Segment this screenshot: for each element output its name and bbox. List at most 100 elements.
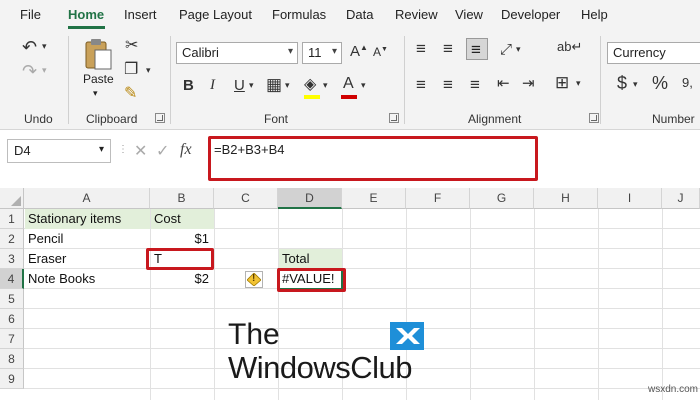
- undo-group-label: Undo: [24, 112, 53, 126]
- font-color-icon[interactable]: A: [343, 76, 354, 92]
- align-right-icon[interactable]: ≡: [470, 76, 480, 93]
- row-header-7[interactable]: 7: [0, 329, 24, 349]
- orientation-icon[interactable]: ⤢: [500, 42, 512, 57]
- row-header-6[interactable]: 6: [0, 309, 24, 329]
- font-color-swatch: [341, 95, 357, 99]
- tab-data[interactable]: Data: [346, 7, 373, 22]
- tab-developer[interactable]: Developer: [501, 7, 560, 22]
- decrease-indent-icon[interactable]: ⇤: [497, 76, 510, 91]
- cell-d3[interactable]: Total: [279, 249, 342, 269]
- increase-indent-icon[interactable]: ⇥: [522, 76, 535, 91]
- column-header-c[interactable]: C: [214, 188, 278, 209]
- font-name-value: Calibri: [182, 45, 219, 60]
- chevron-down-icon: ▾: [287, 46, 293, 57]
- grow-font-icon[interactable]: A▲: [350, 44, 368, 60]
- paste-dropdown-icon: ▾: [93, 88, 98, 98]
- row-header-4[interactable]: 4: [0, 269, 24, 289]
- cell-a1[interactable]: Stationary items: [25, 209, 150, 229]
- number-format-value: Currency: [613, 45, 666, 60]
- cell-a2[interactable]: Pencil: [25, 229, 150, 249]
- underline-dropdown-icon[interactable]: ▾: [249, 81, 254, 90]
- cut-icon[interactable]: ✂: [125, 38, 138, 54]
- select-all-corner[interactable]: [0, 188, 24, 209]
- error-check-button[interactable]: !: [245, 271, 263, 288]
- percent-button[interactable]: %: [652, 74, 668, 92]
- fill-color-dropdown-icon[interactable]: ▾: [323, 81, 328, 90]
- insert-function-icon[interactable]: fx: [180, 141, 192, 159]
- bold-button[interactable]: B: [183, 78, 194, 93]
- column-header-b[interactable]: B: [150, 188, 214, 209]
- merge-dropdown-icon[interactable]: ▾: [576, 79, 581, 88]
- redo-icon[interactable]: ↷: [22, 62, 37, 80]
- font-size-select[interactable]: 11 ▾: [302, 42, 342, 64]
- row-header-9[interactable]: 9: [0, 369, 24, 389]
- align-bottom-icon: ≡: [471, 40, 481, 59]
- formula-buttons: ✕ ✓ fx: [130, 139, 202, 163]
- gridline: [470, 209, 471, 400]
- fill-color-icon[interactable]: ◈: [304, 77, 316, 93]
- underline-button[interactable]: U: [234, 78, 245, 93]
- alignment-launcher-icon[interactable]: [589, 113, 599, 123]
- row-header-5[interactable]: 5: [0, 289, 24, 309]
- cell-a4[interactable]: Note Books: [25, 269, 150, 289]
- tab-help[interactable]: Help: [581, 7, 608, 22]
- column-header-d[interactable]: D: [278, 188, 342, 209]
- number-format-select[interactable]: Currency: [607, 42, 700, 64]
- cell-b2[interactable]: $1: [151, 229, 212, 249]
- tab-formulas[interactable]: Formulas: [272, 7, 326, 22]
- tab-page-layout[interactable]: Page Layout: [179, 7, 252, 22]
- row-header-1[interactable]: 1: [0, 209, 24, 229]
- copy-dropdown-icon[interactable]: ▾: [146, 66, 151, 75]
- column-header-h[interactable]: H: [534, 188, 598, 209]
- column-header-a[interactable]: A: [24, 188, 150, 209]
- tab-file[interactable]: File: [20, 7, 41, 22]
- font-name-select[interactable]: Calibri ▾: [176, 42, 298, 64]
- tab-insert[interactable]: Insert: [124, 7, 157, 22]
- wrap-text-icon[interactable]: ab↵: [557, 40, 582, 53]
- currency-dropdown-icon[interactable]: ▾: [633, 80, 638, 89]
- tab-review[interactable]: Review: [395, 7, 438, 22]
- redo-dropdown-icon[interactable]: ▾: [42, 66, 47, 75]
- cell-b1[interactable]: Cost: [151, 209, 214, 229]
- paste-button[interactable]: Paste ▾: [80, 36, 116, 98]
- borders-icon[interactable]: ▦: [266, 76, 282, 93]
- more-icon: ⋮: [118, 144, 128, 155]
- cell-a3[interactable]: Eraser: [25, 249, 150, 269]
- align-top-icon[interactable]: ≡: [416, 40, 426, 57]
- format-painter-icon[interactable]: ✎: [124, 86, 137, 102]
- borders-dropdown-icon[interactable]: ▾: [285, 81, 290, 90]
- shrink-font-icon[interactable]: A▼: [373, 46, 388, 58]
- column-header-i[interactable]: I: [598, 188, 662, 209]
- copy-icon[interactable]: ❐: [124, 62, 138, 78]
- cell-b4[interactable]: $2: [151, 269, 212, 289]
- merge-center-icon[interactable]: ⊞: [555, 74, 569, 91]
- undo-dropdown-icon[interactable]: ▾: [42, 42, 47, 51]
- align-center-icon[interactable]: ≡: [443, 76, 453, 93]
- align-middle-icon[interactable]: ≡: [443, 40, 453, 57]
- b3-highlight-box: [146, 248, 214, 270]
- font-launcher-icon[interactable]: [389, 113, 399, 123]
- orientation-dropdown-icon[interactable]: ▾: [516, 45, 521, 54]
- italic-button[interactable]: I: [210, 78, 215, 93]
- align-bottom-button[interactable]: ≡: [466, 38, 488, 60]
- enter-icon[interactable]: ✓: [156, 141, 169, 161]
- row-header-2[interactable]: 2: [0, 229, 24, 249]
- row-header-3[interactable]: 3: [0, 249, 24, 269]
- fill-color-swatch: [304, 95, 320, 99]
- comma-style-icon[interactable]: 9,: [682, 76, 693, 89]
- currency-button[interactable]: $: [617, 74, 627, 92]
- tab-home[interactable]: Home: [68, 7, 104, 22]
- column-header-j[interactable]: J: [662, 188, 700, 209]
- tab-view[interactable]: View: [455, 7, 483, 22]
- row-header-8[interactable]: 8: [0, 349, 24, 369]
- name-box[interactable]: D4 ▾: [7, 139, 111, 163]
- cancel-icon[interactable]: ✕: [134, 141, 147, 161]
- column-header-f[interactable]: F: [406, 188, 470, 209]
- active-tab-indicator: [68, 26, 105, 29]
- column-header-g[interactable]: G: [470, 188, 534, 209]
- clipboard-launcher-icon[interactable]: [155, 113, 165, 123]
- align-left-icon[interactable]: ≡: [416, 76, 426, 93]
- column-header-e[interactable]: E: [342, 188, 406, 209]
- font-color-dropdown-icon[interactable]: ▾: [361, 81, 366, 90]
- undo-icon[interactable]: ↶: [22, 38, 37, 56]
